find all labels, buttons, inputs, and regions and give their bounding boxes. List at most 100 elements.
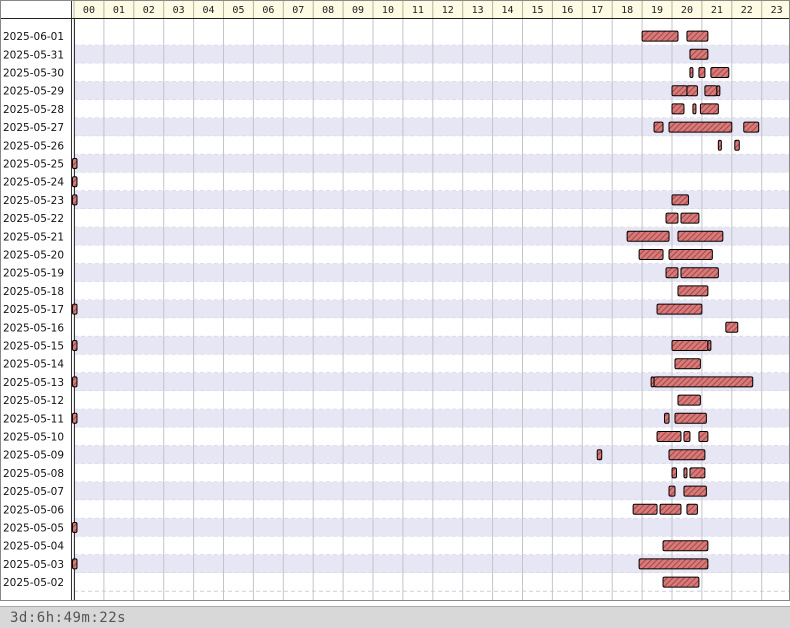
row-date-label: 2025-05-22 bbox=[3, 213, 64, 225]
row-date-label: 2025-05-13 bbox=[3, 377, 64, 389]
row-band bbox=[74, 518, 790, 537]
hour-tick-label: 00 bbox=[83, 5, 95, 16]
session-bar bbox=[677, 394, 701, 406]
status-footer: 3d:6h:49m:22s bbox=[0, 606, 790, 628]
session-bar bbox=[683, 467, 688, 479]
session-bar bbox=[632, 503, 658, 515]
hour-tick-label: 08 bbox=[322, 5, 334, 16]
row-band bbox=[74, 154, 790, 173]
session-bar bbox=[665, 267, 679, 279]
session-bar bbox=[72, 558, 78, 570]
session-bar bbox=[680, 267, 719, 279]
session-bar bbox=[671, 194, 689, 206]
row-band bbox=[74, 136, 790, 155]
session-bar bbox=[686, 30, 709, 42]
session-bar bbox=[671, 103, 685, 115]
hour-tick-label: 19 bbox=[651, 5, 663, 16]
session-bar bbox=[698, 431, 709, 442]
session-bar bbox=[686, 85, 698, 97]
session-bar bbox=[734, 139, 740, 151]
row-date-label: 2025-05-09 bbox=[3, 450, 64, 462]
row-date-label: 2025-05-11 bbox=[3, 413, 64, 425]
row-band bbox=[74, 45, 790, 64]
session-bar bbox=[689, 67, 694, 78]
hour-tick-label: 13 bbox=[472, 5, 484, 16]
hour-tick-label: 14 bbox=[502, 5, 514, 16]
row-date-label: 2025-06-01 bbox=[3, 31, 64, 43]
row-date-label: 2025-05-02 bbox=[3, 577, 64, 589]
row-band bbox=[74, 427, 790, 446]
row-date-label: 2025-05-03 bbox=[3, 559, 64, 571]
session-bar bbox=[686, 503, 698, 515]
hour-tick-label: 17 bbox=[591, 5, 603, 16]
session-bar bbox=[671, 340, 709, 351]
session-bar bbox=[699, 103, 719, 115]
session-bar bbox=[638, 249, 664, 260]
row-date-label: 2025-05-10 bbox=[3, 432, 64, 444]
hour-tick-label: 03 bbox=[173, 5, 185, 16]
row-band bbox=[74, 500, 790, 519]
hour-tick-label: 20 bbox=[681, 5, 693, 16]
session-bar bbox=[704, 85, 718, 97]
session-bar bbox=[717, 139, 722, 151]
session-bar bbox=[72, 340, 78, 351]
row-band bbox=[74, 482, 790, 501]
session-bar bbox=[689, 467, 706, 479]
row-date-label: 2025-05-15 bbox=[3, 341, 64, 353]
hour-tick-label: 11 bbox=[412, 5, 424, 16]
session-bar bbox=[72, 376, 78, 388]
row-date-label: 2025-05-14 bbox=[3, 359, 64, 371]
row-date-label: 2025-05-21 bbox=[3, 231, 64, 243]
hour-tick-label: 01 bbox=[113, 5, 125, 16]
session-bar bbox=[653, 121, 664, 133]
gantt-chart: 00 01 02 03 04 05 06 07 08 09 10 11 12 13 14 15 16 17 18 19… bbox=[0, 0, 790, 601]
session-bar bbox=[707, 340, 712, 351]
row-date-label: 2025-05-05 bbox=[3, 523, 64, 535]
session-bar bbox=[683, 485, 707, 497]
session-bar bbox=[596, 449, 603, 461]
session-bar bbox=[692, 103, 697, 115]
hour-tick-label: 09 bbox=[352, 5, 364, 16]
session-bar bbox=[662, 576, 700, 588]
session-bar bbox=[671, 85, 688, 97]
session-bar bbox=[653, 376, 754, 388]
row-band bbox=[74, 318, 790, 337]
session-bar bbox=[662, 540, 709, 552]
hour-tick-label: 16 bbox=[561, 5, 573, 16]
hour-tick-label: 15 bbox=[531, 5, 543, 16]
row-date-label: 2025-05-08 bbox=[3, 468, 64, 480]
hour-tick-label: 12 bbox=[442, 5, 454, 16]
session-bar bbox=[725, 321, 739, 333]
session-bar bbox=[668, 121, 733, 133]
session-bar bbox=[641, 30, 679, 42]
session-bar bbox=[680, 212, 700, 224]
row-date-label: 2025-05-31 bbox=[3, 49, 64, 61]
hour-tick-label: 10 bbox=[382, 5, 394, 16]
row-date-label: 2025-05-18 bbox=[3, 286, 64, 298]
total-duration: 3d:6h:49m:22s bbox=[10, 610, 127, 626]
hour-tick-label: 18 bbox=[621, 5, 633, 16]
session-bar bbox=[716, 85, 721, 97]
row-date-label: 2025-05-25 bbox=[3, 159, 64, 171]
session-bar bbox=[668, 249, 713, 260]
session-bar bbox=[72, 176, 78, 188]
session-bar bbox=[689, 48, 709, 60]
session-bar bbox=[698, 67, 706, 78]
session-bar bbox=[710, 67, 730, 78]
session-bar bbox=[72, 303, 78, 315]
session-bar bbox=[677, 230, 724, 242]
session-bar bbox=[668, 449, 706, 461]
session-bar bbox=[72, 412, 78, 424]
session-bar bbox=[72, 522, 78, 533]
row-date-label: 2025-05-23 bbox=[3, 195, 64, 207]
session-bar bbox=[677, 285, 709, 297]
row-date-label: 2025-05-24 bbox=[3, 177, 64, 189]
row-date-label: 2025-05-04 bbox=[3, 541, 64, 553]
hour-tick-label: 06 bbox=[262, 5, 274, 16]
session-bar bbox=[683, 431, 691, 442]
hour-tick-label: 05 bbox=[232, 5, 244, 16]
session-bar bbox=[671, 467, 677, 479]
row-date-label: 2025-05-17 bbox=[3, 304, 64, 316]
session-bar bbox=[638, 558, 709, 570]
row-band bbox=[74, 63, 790, 82]
